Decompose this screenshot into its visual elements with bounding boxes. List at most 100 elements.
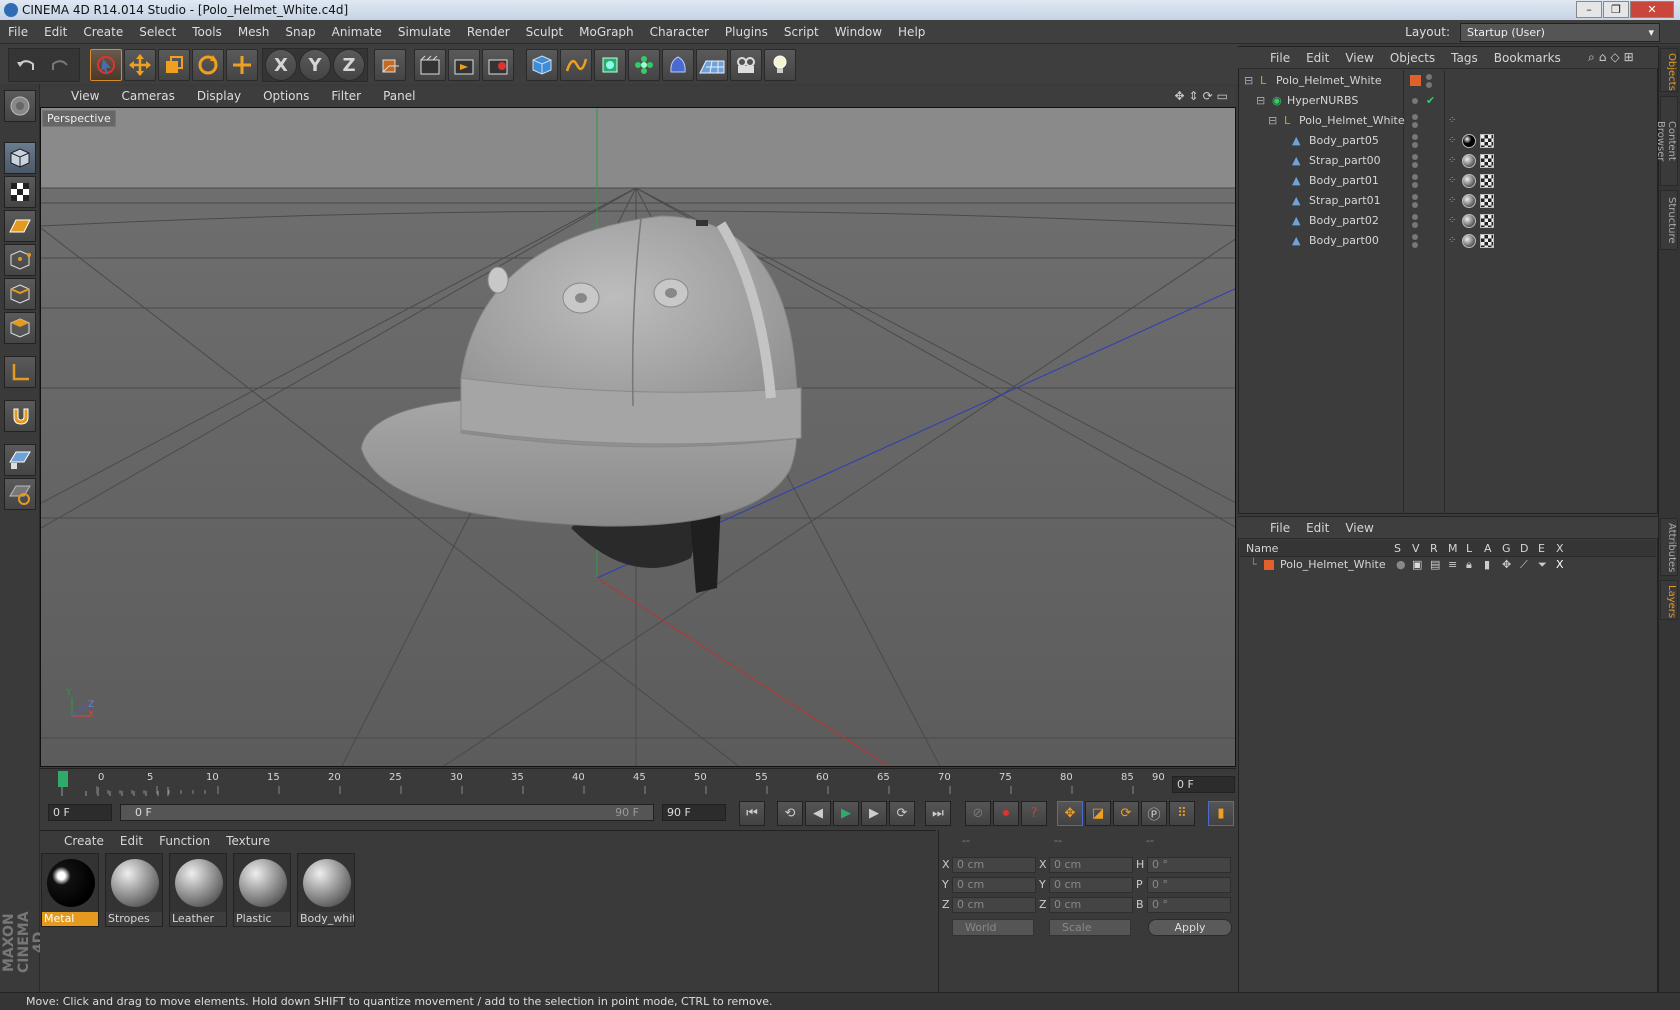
make-editable-icon[interactable] [4, 90, 36, 122]
close-button[interactable]: ✕ [1630, 1, 1674, 18]
end-frame-field[interactable]: 90 F [662, 804, 726, 821]
material-swatch[interactable]: Plastic [233, 853, 291, 927]
camera-icon[interactable] [730, 49, 762, 81]
object-manager-tools-icons[interactable]: ⌕⌂◇⊞ [1588, 50, 1638, 65]
render-view-icon[interactable] [414, 49, 446, 81]
deformer-icon[interactable] [662, 49, 694, 81]
redo-icon[interactable] [44, 49, 76, 81]
viewport-menu-panel[interactable]: Panel [372, 89, 426, 103]
play-icon[interactable]: ▶ [833, 801, 859, 826]
timeline-window-icon[interactable]: ▮ [1208, 801, 1234, 826]
layer-lock-icon[interactable]: 🔒︎ [1466, 557, 1472, 573]
layer-render-icon[interactable]: ▤ [1430, 557, 1440, 573]
tree-row[interactable]: ▲ Body_part00 ⁘ [1240, 231, 1656, 251]
material-menu-function[interactable]: Function [151, 834, 218, 848]
tab-structure[interactable]: Structure [1660, 190, 1678, 250]
floor-icon[interactable] [696, 49, 728, 81]
polygon-mode-icon[interactable] [4, 312, 36, 344]
layer-manager-icon[interactable]: ≡ [1448, 557, 1457, 573]
phong-tag-icon[interactable]: ⁘ [1448, 171, 1456, 191]
menu-animate[interactable]: Animate [324, 25, 390, 39]
visibility-editor-dot[interactable] [1412, 154, 1418, 160]
visibility-editor-dot[interactable] [1412, 114, 1418, 120]
phong-tag-icon[interactable]: ⁘ [1448, 191, 1456, 211]
workplane-lock-icon[interactable] [4, 444, 36, 476]
position-z-field[interactable]: 0 cm [952, 897, 1036, 913]
menu-script[interactable]: Script [776, 25, 827, 39]
record-pla-icon[interactable]: ⠿ [1169, 801, 1195, 826]
visibility-render-dot[interactable] [1412, 142, 1418, 148]
tree-row[interactable]: ▲ Body_part05 ⁘ [1240, 131, 1656, 151]
render-picture-viewer-icon[interactable] [448, 49, 480, 81]
material-menu-edit[interactable]: Edit [112, 834, 151, 848]
expand-toggle-icon[interactable]: ⊟ [1256, 91, 1265, 111]
menu-snap[interactable]: Snap [277, 25, 323, 39]
workplane-icon[interactable] [4, 210, 36, 242]
record-keyframe-icon[interactable]: ⊘ [965, 801, 991, 826]
layer-color-swatch[interactable] [1264, 560, 1274, 570]
viewport-navigation-icons[interactable]: ✥⇕⟳▭ [1174, 89, 1232, 103]
layer-menu-edit[interactable]: Edit [1298, 521, 1337, 535]
viewport-menu-display[interactable]: Display [186, 89, 252, 103]
coordinate-space-select[interactable]: World [952, 919, 1034, 936]
phong-tag-icon[interactable]: ⁘ [1448, 231, 1456, 251]
visibility-editor-dot[interactable] [1412, 194, 1418, 200]
next-frame-icon[interactable]: ▶ [861, 801, 887, 826]
visibility-editor-dot[interactable] [1426, 74, 1432, 80]
visibility-render-dot[interactable] [1412, 202, 1418, 208]
maximize-button[interactable]: ❐ [1603, 1, 1629, 18]
menu-tools[interactable]: Tools [184, 25, 230, 39]
enabled-check-icon[interactable]: ✔ [1426, 91, 1435, 111]
visibility-dot[interactable] [1412, 98, 1418, 104]
rotation-b-field[interactable]: 0 ° [1147, 897, 1231, 913]
keyframe-selection-icon[interactable]: ? [1021, 801, 1047, 826]
menu-character[interactable]: Character [642, 25, 717, 39]
menu-render[interactable]: Render [459, 25, 518, 39]
material-tag-icon[interactable] [1462, 234, 1476, 248]
prev-key-icon[interactable]: ⟲ [777, 801, 803, 826]
phong-tag-icon[interactable]: ⁘ [1448, 151, 1456, 171]
tree-row[interactable]: ⊟ ◉ HyperNURBS ✔ [1240, 91, 1656, 111]
locked-workplane-icon[interactable] [4, 478, 36, 510]
layer-row[interactable]: └ Polo_Helmet_White ● ▣ ▤ ≡ 🔒︎ ▮ ✥ ⟋ ⏷ X [1240, 557, 1656, 573]
goto-end-icon[interactable]: ⏭ [925, 801, 951, 826]
visibility-render-dot[interactable] [1426, 82, 1432, 88]
edit-render-settings-icon[interactable] [482, 49, 514, 81]
material-tag-icon[interactable] [1462, 154, 1476, 168]
spline-icon[interactable] [560, 49, 592, 81]
record-position-icon[interactable]: ✥ [1057, 801, 1083, 826]
expand-toggle-icon[interactable]: ⊟ [1244, 71, 1253, 91]
material-menu-create[interactable]: Create [56, 834, 112, 848]
phong-tag-icon[interactable]: ⁘ [1448, 131, 1456, 151]
edge-mode-icon[interactable] [4, 278, 36, 310]
visibility-render-dot[interactable] [1412, 242, 1418, 248]
uvw-tag-icon[interactable] [1480, 234, 1494, 248]
current-frame-field[interactable]: 0 F [48, 804, 112, 821]
layer-solo-icon[interactable]: ● [1396, 557, 1406, 573]
record-scale-icon[interactable]: ◪ [1085, 801, 1111, 826]
material-tag-icon[interactable] [1462, 214, 1476, 228]
visibility-editor-dot[interactable] [1412, 174, 1418, 180]
visibility-render-dot[interactable] [1412, 162, 1418, 168]
minimize-button[interactable]: – [1576, 1, 1602, 18]
goto-start-icon[interactable]: ⏮ [739, 801, 765, 826]
record-rotation-icon[interactable]: ⟳ [1113, 801, 1139, 826]
expand-toggle-icon[interactable]: ⊟ [1268, 111, 1277, 131]
prev-frame-icon[interactable]: ◀ [805, 801, 831, 826]
object-menu-objects[interactable]: Objects [1382, 51, 1443, 65]
position-y-field[interactable]: 0 cm [952, 877, 1036, 893]
object-menu-tags[interactable]: Tags [1443, 51, 1486, 65]
texture-mode-icon[interactable] [4, 176, 36, 208]
coordinate-mode-select[interactable]: Scale [1049, 919, 1131, 936]
point-mode-icon[interactable] [4, 244, 36, 276]
rotation-p-field[interactable]: 0 ° [1147, 877, 1231, 893]
menu-window[interactable]: Window [827, 25, 890, 39]
material-swatch[interactable]: Body_white [297, 853, 355, 927]
material-menu-texture[interactable]: Texture [218, 834, 278, 848]
z-axis-icon[interactable]: Z [333, 49, 365, 81]
menu-simulate[interactable]: Simulate [390, 25, 459, 39]
visibility-editor-dot[interactable] [1412, 214, 1418, 220]
add-icon[interactable] [226, 49, 258, 81]
visibility-editor-dot[interactable] [1412, 134, 1418, 140]
tree-row[interactable]: ▲ Body_part02 ⁘ [1240, 211, 1656, 231]
